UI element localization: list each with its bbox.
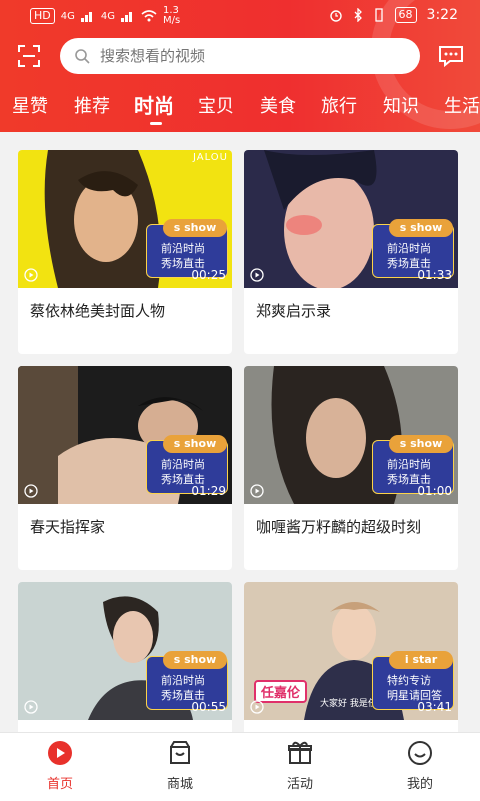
- photo-corner-text: JALOU: [192, 152, 228, 163]
- search-input[interactable]: [98, 46, 402, 66]
- badge-line1: 前沿时尚: [161, 242, 205, 255]
- tab-3[interactable]: 宝贝: [198, 92, 234, 118]
- video-thumbnail[interactable]: s show 前沿时尚 秀场直击 01:33: [244, 150, 458, 288]
- alarm-icon: [329, 10, 342, 22]
- video-card[interactable]: s show 前沿时尚 秀场直击 00:55: [18, 582, 232, 742]
- tab-6[interactable]: 知识: [383, 92, 419, 118]
- active-tab-indicator: [150, 122, 162, 125]
- signal-4g-a: 4G: [60, 10, 75, 22]
- video-title[interactable]: 咖喱酱万籽麟的超级时刻: [256, 516, 421, 537]
- tab-0[interactable]: 星赞: [12, 92, 48, 118]
- badge-tag: s show: [389, 435, 453, 453]
- video-thumbnail[interactable]: 任嘉伦 大家好 我是任嘉 i star 特约专访 明星请回答 03:41: [244, 582, 458, 720]
- tab-4[interactable]: 美食: [260, 92, 296, 118]
- video-card[interactable]: s show 前沿时尚 秀场直击 01:33 郑爽启示录: [244, 150, 458, 354]
- badge-tag: s show: [163, 435, 227, 453]
- badge-line1: 特约专访: [387, 674, 431, 687]
- hd-badge: HD: [30, 8, 55, 24]
- nav-shop-label: 商城: [166, 777, 193, 792]
- scan-icon: [18, 45, 40, 67]
- tab-1[interactable]: 推荐: [74, 92, 110, 118]
- video-thumbnail[interactable]: s show 前沿时尚 秀场直击 01:00: [244, 366, 458, 504]
- video-thumbnail[interactable]: JALOU s show 前沿时尚 秀场直击 00:25: [18, 150, 232, 288]
- video-title[interactable]: 郑爽启示录: [256, 300, 331, 321]
- play-icon: [250, 268, 264, 282]
- video-title[interactable]: 蔡依林绝美封面人物: [30, 300, 165, 321]
- badge-line1: 前沿时尚: [161, 674, 205, 687]
- video-grid: JALOU s show 前沿时尚 秀场直击 00:25 蔡依林绝美封面人物 s …: [0, 132, 480, 742]
- badge-tag: s show: [163, 219, 227, 237]
- tab-2[interactable]: 时尚: [134, 90, 174, 119]
- play-icon: [24, 268, 38, 282]
- badge-tag: s show: [163, 651, 227, 669]
- wifi-icon: [141, 10, 157, 22]
- bluetooth-icon: [354, 8, 362, 22]
- video-duration: 01:00: [417, 484, 452, 498]
- play-icon: [250, 700, 264, 714]
- video-card[interactable]: s show 前沿时尚 秀场直击 01:00 咖喱酱万籽麟的超级时刻: [244, 366, 458, 570]
- video-title[interactable]: 春天指挥家: [30, 516, 105, 537]
- play-icon: [24, 700, 38, 714]
- message-button[interactable]: [434, 39, 468, 73]
- nav-shop[interactable]: 商城: [140, 739, 220, 792]
- badge-line1: 前沿时尚: [161, 458, 205, 471]
- badge-tag: s show: [389, 219, 453, 237]
- category-tabs: 星赞 推荐 时尚 宝贝 美食 旅行 知识 生活: [0, 86, 480, 126]
- nav-profile-label: 我的: [406, 777, 433, 792]
- signal-4g-b: 4G: [100, 10, 115, 22]
- shop-icon: [170, 741, 190, 764]
- play-circle-icon: [48, 741, 72, 765]
- signal-bars-icon-2: [121, 12, 132, 22]
- tab-5[interactable]: 旅行: [321, 92, 357, 118]
- search-row: [0, 36, 480, 80]
- smile-icon: [408, 741, 432, 765]
- nav-home[interactable]: 首页: [20, 739, 100, 792]
- badge-line1: 前沿时尚: [387, 242, 431, 255]
- bottom-navigation: 首页 商城 活动 我的: [0, 732, 480, 801]
- clock: 3:22: [426, 7, 458, 23]
- scan-button[interactable]: [12, 39, 46, 73]
- video-card[interactable]: s show 前沿时尚 秀场直击 01:29 春天指挥家: [18, 366, 232, 570]
- nav-home-label: 首页: [46, 777, 73, 792]
- badge-line1: 前沿时尚: [387, 458, 431, 471]
- video-card[interactable]: JALOU s show 前沿时尚 秀场直击 00:25 蔡依林绝美封面人物: [18, 150, 232, 354]
- nav-events-label: 活动: [286, 777, 313, 792]
- video-duration: 00:25: [191, 268, 226, 282]
- play-icon: [24, 484, 38, 498]
- play-icon: [250, 484, 264, 498]
- video-thumbnail[interactable]: s show 前沿时尚 秀场直击 00:55: [18, 582, 232, 720]
- badge-tag: i star: [389, 651, 453, 669]
- tab-7[interactable]: 生活: [444, 92, 480, 118]
- gift-icon: [288, 741, 312, 764]
- header: HD 4G 4G 1.3 M/s 68 3:22 搜索想看的视频 星赞 推荐 时…: [0, 0, 480, 132]
- video-duration: 01:29: [191, 484, 226, 498]
- signal-bars-icon: [80, 12, 92, 22]
- video-duration: 00:55: [191, 700, 226, 714]
- video-thumbnail[interactable]: s show 前沿时尚 秀场直击 01:29: [18, 366, 232, 504]
- video-duration: 01:33: [417, 268, 452, 282]
- vibrate-icon: [374, 8, 383, 22]
- search-bar[interactable]: [60, 38, 420, 74]
- network-speed: 1.3 M/s: [163, 5, 181, 26]
- video-card[interactable]: 任嘉伦 大家好 我是任嘉 i star 特约专访 明星请回答 03:41: [244, 582, 458, 742]
- status-bar: HD 4G 4G 1.3 M/s 68 3:22: [0, 0, 480, 34]
- nav-profile[interactable]: 我的: [380, 739, 460, 792]
- battery-level: 68: [394, 7, 417, 23]
- nav-events[interactable]: 活动: [260, 739, 340, 792]
- message-icon: [439, 46, 463, 68]
- video-duration: 03:41: [417, 700, 452, 714]
- search-icon: [75, 49, 90, 64]
